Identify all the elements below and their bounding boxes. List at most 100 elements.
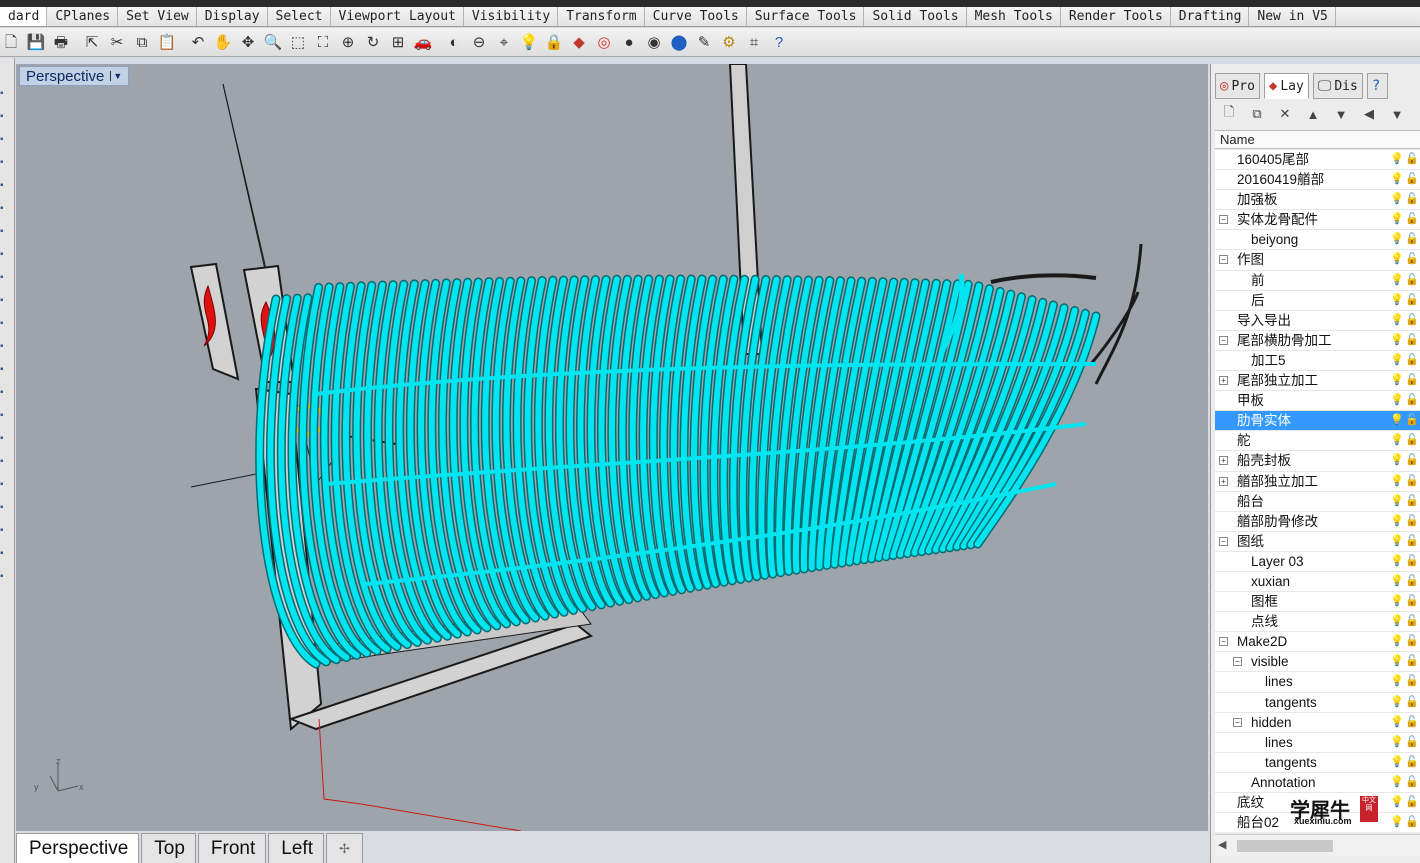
light-bulb-icon[interactable]: 💡 — [1390, 331, 1404, 350]
light-bulb-icon[interactable]: 💡 — [1390, 150, 1404, 169]
object-snap-icon[interactable]: ⌖ — [493, 31, 515, 53]
move-up-icon[interactable]: ▲ — [1299, 107, 1327, 122]
expand-icon[interactable]: + — [1219, 476, 1228, 486]
dock-tool-icon[interactable]: ▪ — [0, 88, 8, 100]
dock-tool-icon[interactable]: ▪ — [0, 502, 8, 514]
light-bulb-icon[interactable]: 💡 — [1390, 552, 1404, 571]
toolbar-tab[interactable]: CPlanes — [47, 7, 119, 26]
pencil-icon[interactable]: ✎ — [693, 31, 715, 53]
panel-tab[interactable]: ◆ Lay — [1263, 73, 1309, 99]
unlock-icon[interactable]: 🔓 — [1405, 492, 1419, 511]
blue-sphere-icon[interactable]: ⬤ — [668, 31, 690, 53]
light-bulb-icon[interactable]: 💡 — [1390, 311, 1404, 330]
unlock-icon[interactable]: 🔓 — [1405, 230, 1419, 249]
viewport-title[interactable]: Perspective ▼ — [19, 66, 130, 86]
collapse-icon[interactable]: − — [1233, 657, 1242, 667]
pan-icon[interactable]: ✋ — [212, 31, 234, 53]
panel-tab[interactable]: ? — [1366, 73, 1389, 99]
layer-row[interactable]: 点线 💡 🔓 — [1215, 612, 1420, 633]
layer-row[interactable]: beiyong 💡 🔓 — [1215, 230, 1420, 251]
paste-icon[interactable]: 📋 — [156, 31, 178, 53]
light-icon[interactable]: 💡 — [518, 31, 540, 53]
collapse-icon[interactable]: − — [1219, 536, 1228, 546]
layer-row[interactable]: Annotation 💡 🔓 — [1215, 773, 1420, 793]
dock-tool-icon[interactable]: ▪ — [0, 157, 8, 169]
unlock-icon[interactable]: 🔓 — [1405, 672, 1419, 691]
unlock-icon[interactable]: 🔓 — [1405, 472, 1419, 491]
dock-tool-icon[interactable]: ▪ — [0, 341, 8, 353]
collapse-icon[interactable]: − — [1219, 637, 1228, 647]
layer-row[interactable]: xuxian 💡 🔓 — [1215, 572, 1420, 593]
new-sublayer-icon[interactable]: ⧉ — [1243, 106, 1271, 122]
layer-row[interactable]: 图框 💡 🔓 — [1215, 592, 1420, 613]
unlock-icon[interactable]: 🔓 — [1405, 612, 1419, 631]
unlock-icon[interactable]: 🔓 — [1405, 733, 1419, 752]
collapse-icon[interactable]: − — [1219, 215, 1228, 225]
light-bulb-icon[interactable]: 💡 — [1390, 632, 1404, 651]
hide-icon[interactable]: ◐ — [443, 31, 465, 53]
unlock-icon[interactable]: 🔓 — [1405, 512, 1419, 531]
save-icon[interactable]: 💾 — [25, 31, 47, 53]
new-icon[interactable]: 🗋 — [0, 31, 22, 53]
light-bulb-icon[interactable]: 💡 — [1390, 512, 1404, 531]
zoom-extents-icon[interactable]: ⛶ — [312, 31, 334, 53]
unlock-icon[interactable]: 🔓 — [1405, 552, 1419, 571]
layer-row[interactable]: 艏部肋骨修改 💡 🔓 — [1215, 512, 1420, 532]
move-out-icon[interactable]: ◀ — [1355, 106, 1383, 122]
undo-view-icon[interactable]: ↻ — [362, 31, 384, 53]
toolbar-tab[interactable]: Surface Tools — [747, 7, 865, 26]
unlock-icon[interactable]: 🔓 — [1405, 411, 1419, 430]
unlock-icon[interactable]: 🔓 — [1405, 391, 1419, 410]
dock-tool-icon[interactable]: ▪ — [0, 571, 8, 583]
layer-row[interactable]: 肋骨实体 💡 🔓 — [1215, 411, 1420, 432]
light-bulb-icon[interactable]: 💡 — [1390, 753, 1404, 772]
move-down-icon[interactable]: ▼ — [1327, 107, 1355, 122]
layer-row[interactable]: − 尾部横肋骨加工 💡 🔓 — [1215, 331, 1420, 351]
unlock-icon[interactable]: 🔓 — [1405, 693, 1419, 712]
dock-tool-icon[interactable]: ▪ — [0, 111, 8, 123]
collapse-icon[interactable]: − — [1219, 255, 1228, 265]
viewport-tab-perspective[interactable]: Perspective — [16, 833, 140, 863]
dock-tool-icon[interactable]: ▪ — [0, 433, 8, 445]
layer-row[interactable]: + 尾部独立加工 💡 🔓 — [1215, 371, 1420, 392]
light-bulb-icon[interactable]: 💡 — [1390, 652, 1404, 671]
zoom-icon[interactable]: 🔍 — [262, 31, 284, 53]
light-bulb-icon[interactable]: 💡 — [1390, 411, 1404, 430]
unlock-icon[interactable]: 🔓 — [1405, 813, 1419, 832]
unlock-icon[interactable]: 🔓 — [1405, 331, 1419, 350]
light-bulb-icon[interactable]: 💡 — [1390, 672, 1404, 691]
dock-tool-icon[interactable]: ▪ — [0, 295, 8, 307]
toolbar-tab[interactable]: Visibility — [464, 7, 559, 26]
light-bulb-icon[interactable]: 💡 — [1390, 733, 1404, 752]
dock-tool-icon[interactable]: ▪ — [0, 364, 8, 376]
collapse-icon[interactable]: − — [1233, 717, 1242, 727]
toolbar-tab[interactable]: Solid Tools — [864, 7, 967, 26]
car-icon[interactable]: 🚗 — [412, 31, 434, 53]
layer-row[interactable]: 甲板 💡 🔓 — [1215, 391, 1420, 412]
dock-tool-icon[interactable]: ▪ — [0, 525, 8, 537]
left-toolbar-dock[interactable]: ▪ ▪ ▪ ▪ ▪ ▪ ▪ ▪ ▪ ▪ ▪ ▪ ▪ ▪ ▪ ▪ ▪ ▪ ▪ ▪ ▪ ▪ — [0, 58, 15, 863]
light-bulb-icon[interactable]: 💡 — [1390, 170, 1404, 189]
lock-icon[interactable]: 🔒 — [543, 31, 565, 53]
light-bulb-icon[interactable]: 💡 — [1390, 451, 1404, 470]
layer-icon[interactable]: ◆ — [568, 31, 590, 53]
scroll-left-icon[interactable]: ◀ — [1218, 838, 1226, 851]
layer-row[interactable]: 加强板 💡 🔓 — [1215, 190, 1420, 211]
shaded-sphere-icon[interactable]: ● — [618, 31, 640, 53]
layer-row[interactable]: + 船壳封板 💡 🔓 — [1215, 451, 1420, 472]
layer-row[interactable]: 160405尾部 💡 🔓 — [1215, 150, 1420, 171]
expand-icon[interactable]: + — [1219, 456, 1228, 466]
unlock-icon[interactable]: 🔓 — [1405, 210, 1419, 229]
layer-row[interactable]: 船台 💡 🔓 — [1215, 492, 1420, 512]
perspective-viewport[interactable]: x z y Perspective ▼ — [16, 64, 1208, 831]
light-bulb-icon[interactable]: 💡 — [1390, 210, 1404, 229]
layer-row[interactable]: lines 💡 🔓 — [1215, 672, 1420, 693]
zoom-window-icon[interactable]: ⬚ — [287, 31, 309, 53]
expand-icon[interactable]: + — [1219, 376, 1228, 386]
layer-row[interactable]: − visible 💡 🔓 — [1215, 652, 1420, 673]
viewport-tab-left[interactable]: Left — [268, 833, 324, 863]
layer-row[interactable]: − hidden 💡 🔓 — [1215, 713, 1420, 733]
layer-row[interactable]: 导入导出 💡 🔓 — [1215, 311, 1420, 331]
layer-row[interactable]: 后 💡 🔓 — [1215, 291, 1420, 311]
unlock-icon[interactable]: 🔓 — [1405, 773, 1419, 792]
